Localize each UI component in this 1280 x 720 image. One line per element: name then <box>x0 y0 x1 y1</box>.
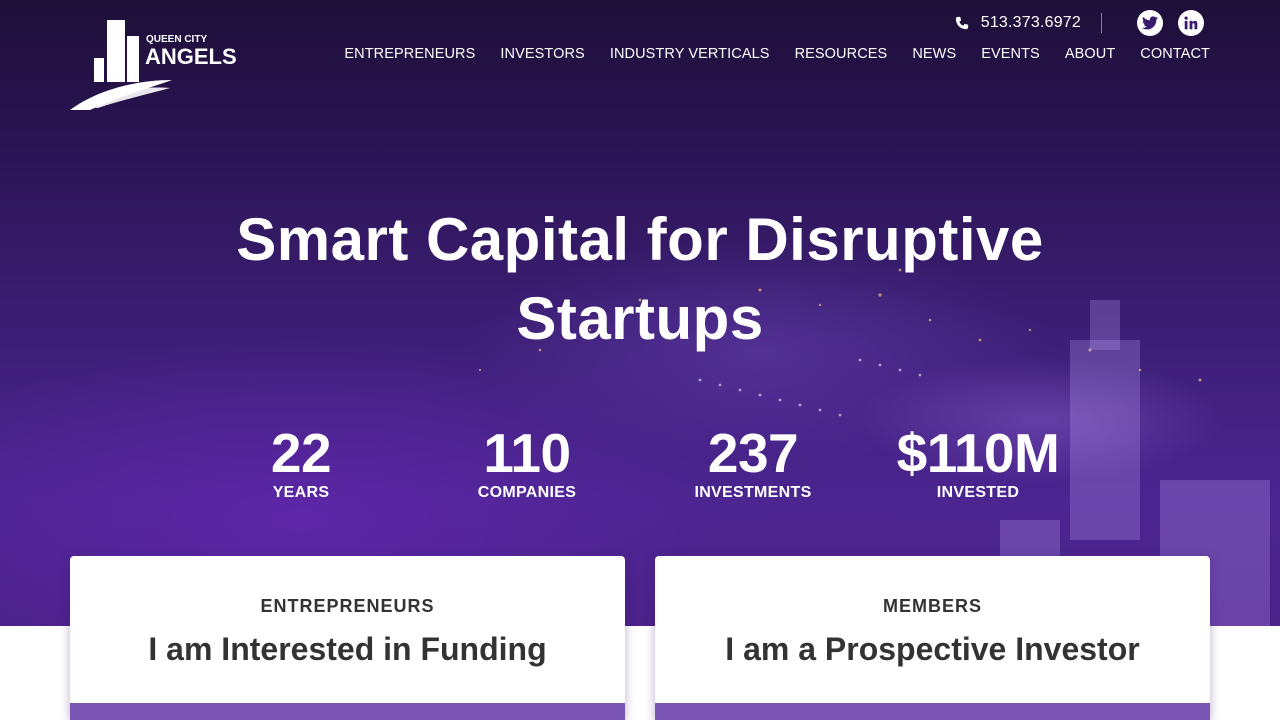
hero-headline: Smart Capital for Disruptive Startups <box>150 200 1130 358</box>
members-card[interactable]: MEMBERS I am a Prospective Investor <box>655 556 1210 720</box>
nav-item-resources[interactable]: RESOURCES <box>795 46 888 62</box>
stat-label: INVESTMENTS <box>694 484 812 501</box>
nav-item-about[interactable]: ABOUT <box>1065 46 1115 62</box>
twitter-icon[interactable] <box>1137 10 1163 36</box>
nav-item-contact[interactable]: CONTACT <box>1140 46 1210 62</box>
phone-number: 513.373.6972 <box>980 14 1081 31</box>
nav-item-events[interactable]: EVENTS <box>981 46 1040 62</box>
queen-city-angels-logo[interactable]: QUEEN CITY ANGELS <box>70 18 240 112</box>
divider <box>1101 13 1102 33</box>
card-accent-strip <box>70 703 625 720</box>
stat-value: 110 <box>483 422 571 484</box>
stat-label: COMPANIES <box>477 484 577 501</box>
stat-invested: $110M INVESTED <box>878 420 1078 502</box>
stat-investments: 237 INVESTMENTS <box>653 420 853 502</box>
card-kicker: ENTREPRENEURS <box>260 596 435 616</box>
nav-item-investors[interactable]: INVESTORS <box>500 46 584 62</box>
card-kicker: MEMBERS <box>882 596 982 616</box>
card-title: I am Interested in Funding <box>148 631 547 667</box>
stat-companies: 110 COMPANIES <box>427 420 627 502</box>
stat-value: 22 <box>270 422 332 484</box>
entrepreneurs-card[interactable]: ENTREPRENEURS I am Interested in Funding <box>70 556 625 720</box>
nav-item-industry-verticals[interactable]: INDUSTRY VERTICALS <box>610 46 770 62</box>
headline-line-2: Startups <box>516 285 764 352</box>
hero-section: QUEEN CITY ANGELS 513.373.6972 ENTREPREN… <box>0 0 1280 626</box>
phone-link[interactable]: 513.373.6972 <box>955 14 1081 32</box>
stat-value: $110M <box>896 422 1060 484</box>
phone-icon <box>955 16 968 30</box>
stat-value: 237 <box>707 422 799 484</box>
stat-years: 22 YEARS <box>201 420 401 502</box>
headline-line-1: Smart Capital for Disruptive <box>236 206 1044 273</box>
card-title: I am a Prospective Investor <box>725 631 1140 667</box>
card-accent-strip <box>655 703 1210 720</box>
main-nav: ENTREPRENEURS INVESTORS INDUSTRY VERTICA… <box>344 46 1210 62</box>
nav-item-entrepreneurs[interactable]: ENTREPRENEURS <box>344 46 475 62</box>
top-utility-bar: 513.373.6972 <box>955 9 1204 37</box>
stat-label: INVESTED <box>936 484 1020 501</box>
linkedin-icon[interactable] <box>1178 10 1204 36</box>
nav-item-news[interactable]: NEWS <box>912 46 956 62</box>
stat-label: YEARS <box>272 484 330 501</box>
logo-large-text: ANGELS <box>145 44 237 69</box>
